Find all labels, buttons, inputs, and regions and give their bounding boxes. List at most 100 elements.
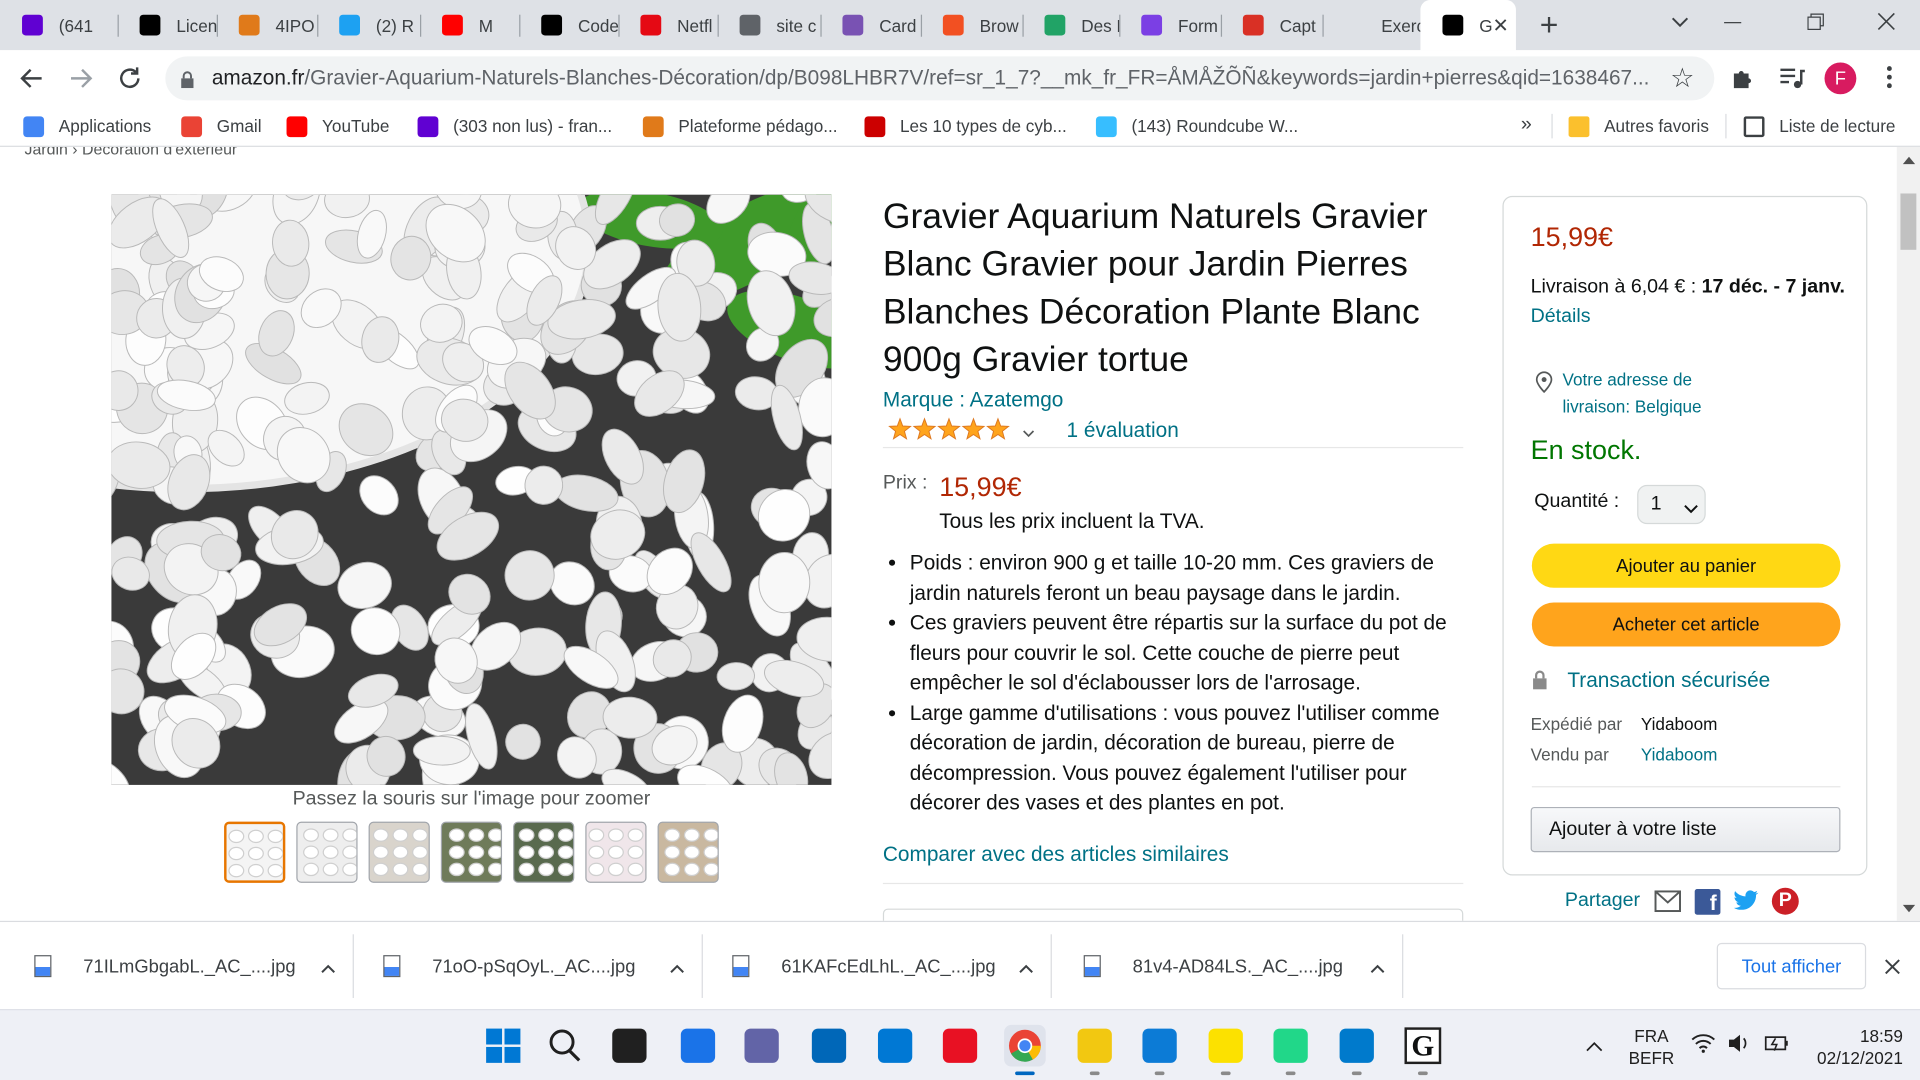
- browser-tab[interactable]: (641: [0, 0, 118, 50]
- tray-chevron-icon[interactable]: [1586, 1037, 1603, 1052]
- reload-icon[interactable]: [116, 65, 143, 92]
- add-to-list-button[interactable]: Ajouter à votre liste: [1530, 806, 1841, 853]
- browser-tab[interactable]: site c: [718, 0, 821, 50]
- product-thumbnail[interactable]: [657, 821, 719, 883]
- sticky-notes-icon[interactable]: [1205, 1025, 1247, 1067]
- edge-icon[interactable]: [1139, 1025, 1181, 1067]
- product-thumbnail[interactable]: [440, 821, 503, 883]
- browser-tab[interactable]: G ✕: [1420, 0, 1516, 51]
- product-thumbnail[interactable]: [368, 821, 430, 883]
- restore-button[interactable]: [1807, 13, 1824, 31]
- chrome-icon[interactable]: [1004, 1024, 1046, 1067]
- product-thumbnail[interactable]: [585, 821, 647, 883]
- twitter-share-icon[interactable]: [1733, 889, 1760, 913]
- bookmark-item[interactable]: YouTube: [286, 114, 389, 138]
- rating-count-link[interactable]: 1 évaluation: [1067, 419, 1179, 443]
- product-main-image[interactable]: [111, 194, 832, 785]
- secure-transaction-link[interactable]: Transaction sécurisée: [1567, 669, 1770, 693]
- buy-now-button[interactable]: Acheter cet article: [1531, 602, 1841, 647]
- wifi-icon[interactable]: [1691, 1033, 1715, 1053]
- product-thumbnail[interactable]: [296, 821, 358, 883]
- close-window-button[interactable]: [1877, 12, 1895, 30]
- download-item[interactable]: 81v4-AD84LS._AC_....jpg: [1074, 922, 1405, 1010]
- download-item[interactable]: 71oO-pSqOyL._AC....jpg: [373, 922, 704, 1010]
- bookmarks-overflow-button[interactable]: »: [1521, 114, 1532, 136]
- close-downloads-icon[interactable]: [1885, 959, 1901, 975]
- product-thumbnail[interactable]: [224, 821, 286, 883]
- menu-icon[interactable]: [1886, 65, 1892, 89]
- extensions-icon[interactable]: [1730, 66, 1754, 90]
- g-app-icon[interactable]: G: [1402, 1025, 1444, 1067]
- widgets-icon[interactable]: [677, 1025, 719, 1067]
- chevron-up-icon[interactable]: [670, 959, 685, 973]
- bookmark-item[interactable]: (143) Roundcube W...: [1095, 114, 1298, 138]
- chevron-up-icon[interactable]: [321, 959, 336, 973]
- rating-stars[interactable]: [888, 415, 1035, 444]
- download-item[interactable]: 71ILmGbgabL._AC_....jpg: [24, 922, 355, 1010]
- facebook-share-icon[interactable]: f: [1694, 888, 1721, 915]
- browser-tab[interactable]: Form: [1119, 0, 1221, 50]
- task-view-icon[interactable]: [609, 1025, 651, 1067]
- browser-tab[interactable]: Code: [519, 0, 618, 50]
- microsoft-store-icon[interactable]: [808, 1025, 850, 1067]
- browser-tab[interactable]: Licen: [118, 0, 217, 50]
- page-scrollbar[interactable]: [1896, 146, 1920, 921]
- media-control-icon[interactable]: [1778, 66, 1805, 90]
- battery-icon[interactable]: [1763, 1033, 1790, 1053]
- add-to-cart-button[interactable]: Ajouter au panier: [1531, 543, 1841, 588]
- search-icon[interactable]: [544, 1025, 586, 1067]
- quantity-select[interactable]: 1: [1637, 484, 1706, 525]
- browser-tab[interactable]: Exerc: [1322, 0, 1420, 50]
- clock[interactable]: 18:59 02/12/2021: [1807, 1025, 1903, 1069]
- browser-tab[interactable]: Des F: [1022, 0, 1119, 50]
- close-tab-icon[interactable]: ✕: [1493, 13, 1509, 37]
- input-language[interactable]: FRA BEFR: [1629, 1025, 1675, 1069]
- delivery-address-link[interactable]: Votre adresse de livraison: Belgique: [1562, 366, 1701, 420]
- browser-tab[interactable]: (2) R: [317, 0, 420, 50]
- email-share-icon[interactable]: [1654, 890, 1681, 913]
- bookmark-item[interactable]: Plateforme pédago...: [642, 114, 838, 138]
- browser-tab[interactable]: M: [420, 0, 519, 50]
- other-bookmarks-folder[interactable]: Autres favoris: [1568, 114, 1709, 138]
- teams-chat-icon[interactable]: [741, 1025, 783, 1067]
- tab-search-icon[interactable]: [1668, 10, 1692, 34]
- brand-link[interactable]: Marque : Azatemgo: [883, 388, 1064, 412]
- bookmark-item[interactable]: (303 non lus) - fran...: [417, 114, 612, 138]
- mail-icon[interactable]: [874, 1025, 916, 1067]
- browser-tab[interactable]: Netfl: [618, 0, 717, 50]
- download-item[interactable]: 61KAFcEdLhL._AC_....jpg: [722, 922, 1053, 1010]
- product-thumbnail[interactable]: [513, 821, 575, 883]
- browser-tab[interactable]: Capt: [1221, 0, 1323, 50]
- chevron-up-icon[interactable]: [1019, 959, 1034, 973]
- volume-icon[interactable]: [1727, 1033, 1751, 1053]
- windows-start-icon[interactable]: [482, 1025, 524, 1067]
- minimize-button[interactable]: [1724, 22, 1742, 24]
- file-explorer-icon[interactable]: [1074, 1025, 1116, 1067]
- browser-tab[interactable]: 4IPO: [217, 0, 317, 50]
- pinterest-share-icon[interactable]: P: [1771, 887, 1799, 915]
- sold-by-link[interactable]: Yidaboom: [1641, 744, 1718, 764]
- back-icon[interactable]: [20, 66, 44, 90]
- browser-tab[interactable]: Brow: [921, 0, 1023, 50]
- delivery-details-link[interactable]: Détails: [1531, 306, 1591, 327]
- compare-link[interactable]: Comparer avec des articles similaires: [883, 842, 1229, 866]
- vscode-icon[interactable]: [1336, 1025, 1378, 1067]
- new-tab-button[interactable]: +: [1533, 9, 1565, 41]
- pycharm-icon[interactable]: [1270, 1025, 1312, 1067]
- bookmark-item[interactable]: Applications: [23, 114, 151, 138]
- scrollbar-thumb[interactable]: [1900, 193, 1917, 250]
- show-all-downloads-button[interactable]: Tout afficher: [1716, 942, 1867, 990]
- bookmark-item[interactable]: Gmail: [181, 114, 262, 138]
- browser-tab[interactable]: Card: [820, 0, 920, 50]
- scroll-down-arrow[interactable]: [1902, 904, 1916, 913]
- scroll-up-arrow[interactable]: [1902, 156, 1916, 165]
- chevron-up-icon[interactable]: [1370, 959, 1385, 973]
- bookmark-star-icon[interactable]: ☆: [1670, 64, 1697, 92]
- gift-icon[interactable]: [939, 1025, 981, 1067]
- address-bar[interactable]: amazon.fr/Gravier-Aquarium-Naturels-Blan…: [165, 56, 1715, 101]
- profile-avatar[interactable]: F: [1824, 62, 1857, 95]
- breadcrumb[interactable]: Jardin › Décoration d'extérieur: [24, 147, 237, 158]
- reading-list[interactable]: Liste de lecture: [1743, 114, 1895, 138]
- bookmark-item[interactable]: Les 10 types de cyb...: [864, 114, 1067, 138]
- forward-icon[interactable]: [69, 66, 93, 90]
